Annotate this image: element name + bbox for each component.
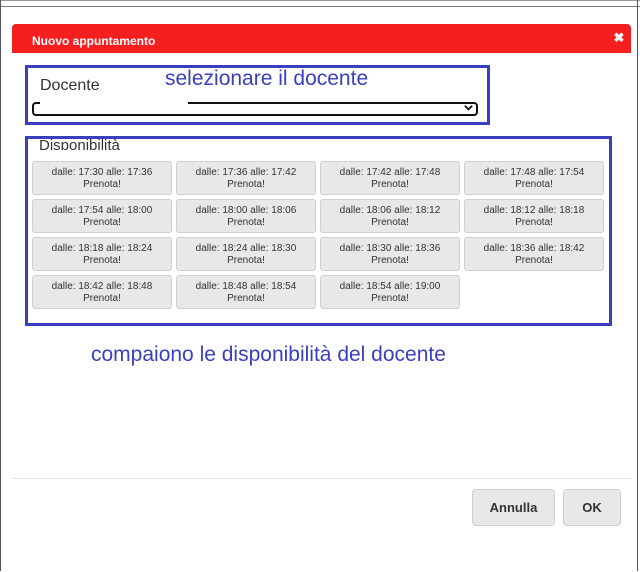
slot-button[interactable]: dalle: 18:30 alle: 18:36 Prenota! bbox=[320, 237, 460, 271]
slot-action: Prenota! bbox=[515, 179, 553, 190]
slot-button[interactable]: dalle: 18:06 alle: 18:12 Prenota! bbox=[320, 199, 460, 233]
slot-button[interactable]: dalle: 17:36 alle: 17:42 Prenota! bbox=[176, 161, 316, 195]
slot-time: dalle: 18:36 alle: 18:42 bbox=[483, 243, 585, 254]
slot-action: Prenota! bbox=[83, 179, 121, 190]
slot-time: dalle: 18:54 alle: 19:00 bbox=[339, 281, 441, 292]
slot-action: Prenota! bbox=[371, 217, 409, 228]
slot-time: dalle: 18:48 alle: 18:54 bbox=[195, 281, 297, 292]
slot-button[interactable]: dalle: 17:54 alle: 18:00 Prenota! bbox=[32, 199, 172, 233]
slot-button[interactable]: dalle: 18:48 alle: 18:54 Prenota! bbox=[176, 275, 316, 309]
slot-action: Prenota! bbox=[83, 217, 121, 228]
slot-time: dalle: 18:18 alle: 18:24 bbox=[51, 243, 153, 254]
dialog-title: Nuovo appuntamento bbox=[32, 34, 156, 48]
slot-action: Prenota! bbox=[83, 255, 121, 266]
slot-time: dalle: 18:24 alle: 18:30 bbox=[195, 243, 297, 254]
slot-button[interactable]: dalle: 18:54 alle: 19:00 Prenota! bbox=[320, 275, 460, 309]
docente-label: Docente bbox=[40, 77, 100, 94]
slot-time: dalle: 17:54 alle: 18:00 bbox=[51, 205, 153, 216]
slot-time: dalle: 17:42 alle: 17:48 bbox=[339, 167, 441, 178]
docente-select[interactable] bbox=[32, 102, 478, 116]
slot-button[interactable]: dalle: 18:24 alle: 18:30 Prenota! bbox=[176, 237, 316, 271]
slot-time: dalle: 18:06 alle: 18:12 bbox=[339, 205, 441, 216]
chevron-down-icon bbox=[464, 105, 473, 111]
slot-time: dalle: 18:12 alle: 18:18 bbox=[483, 205, 585, 216]
slot-button[interactable]: dalle: 17:48 alle: 17:54 Prenota! bbox=[464, 161, 604, 195]
slot-time: dalle: 17:30 alle: 17:36 bbox=[51, 167, 153, 178]
slot-time: dalle: 17:36 alle: 17:42 bbox=[195, 167, 297, 178]
slot-action: Prenota! bbox=[227, 293, 265, 304]
slot-grid: dalle: 17:30 alle: 17:36 Prenota! dalle: 1… bbox=[32, 161, 608, 309]
slot-time: dalle: 17:48 alle: 17:54 bbox=[483, 167, 585, 178]
dialog-header: Nuovo appuntamento ✖ bbox=[12, 24, 631, 53]
slot-action: Prenota! bbox=[371, 255, 409, 266]
slot-action: Prenota! bbox=[227, 217, 265, 228]
redacted-value bbox=[40, 102, 188, 112]
docente-section: Docente selezionare il docente bbox=[25, 65, 490, 125]
slot-action: Prenota! bbox=[515, 255, 553, 266]
close-icon[interactable]: ✖ bbox=[613, 31, 625, 44]
slot-time: dalle: 18:00 alle: 18:06 bbox=[195, 205, 297, 216]
slot-action: Prenota! bbox=[83, 293, 121, 304]
annotation-disponibilita: compaiono le disponibilità del docente bbox=[91, 343, 446, 366]
slot-button[interactable]: dalle: 17:30 alle: 17:36 Prenota! bbox=[32, 161, 172, 195]
slot-action: Prenota! bbox=[371, 293, 409, 304]
ok-button[interactable]: OK bbox=[563, 489, 621, 526]
annotation-select-docente: selezionare il docente bbox=[165, 67, 369, 90]
disponibilita-label: Disponibilità bbox=[39, 137, 120, 150]
cancel-button[interactable]: Annulla bbox=[472, 489, 555, 526]
footer-divider bbox=[12, 478, 631, 479]
slot-button[interactable]: dalle: 18:18 alle: 18:24 Prenota! bbox=[32, 237, 172, 271]
slot-action: Prenota! bbox=[515, 217, 553, 228]
slot-button[interactable]: dalle: 18:42 alle: 18:48 Prenota! bbox=[32, 275, 172, 309]
slot-button[interactable]: dalle: 18:12 alle: 18:18 Prenota! bbox=[464, 199, 604, 233]
slot-button[interactable]: dalle: 18:36 alle: 18:42 Prenota! bbox=[464, 237, 604, 271]
slot-action: Prenota! bbox=[227, 179, 265, 190]
slot-button[interactable]: dalle: 17:42 alle: 17:48 Prenota! bbox=[320, 161, 460, 195]
slot-button[interactable]: dalle: 18:00 alle: 18:06 Prenota! bbox=[176, 199, 316, 233]
disponibilita-section: Disponibilità dalle: 17:30 alle: 17:36 Pr… bbox=[25, 136, 612, 326]
slot-action: Prenota! bbox=[227, 255, 265, 266]
slot-action: Prenota! bbox=[371, 179, 409, 190]
slot-time: dalle: 18:30 alle: 18:36 bbox=[339, 243, 441, 254]
slot-time: dalle: 18:42 alle: 18:48 bbox=[51, 281, 153, 292]
